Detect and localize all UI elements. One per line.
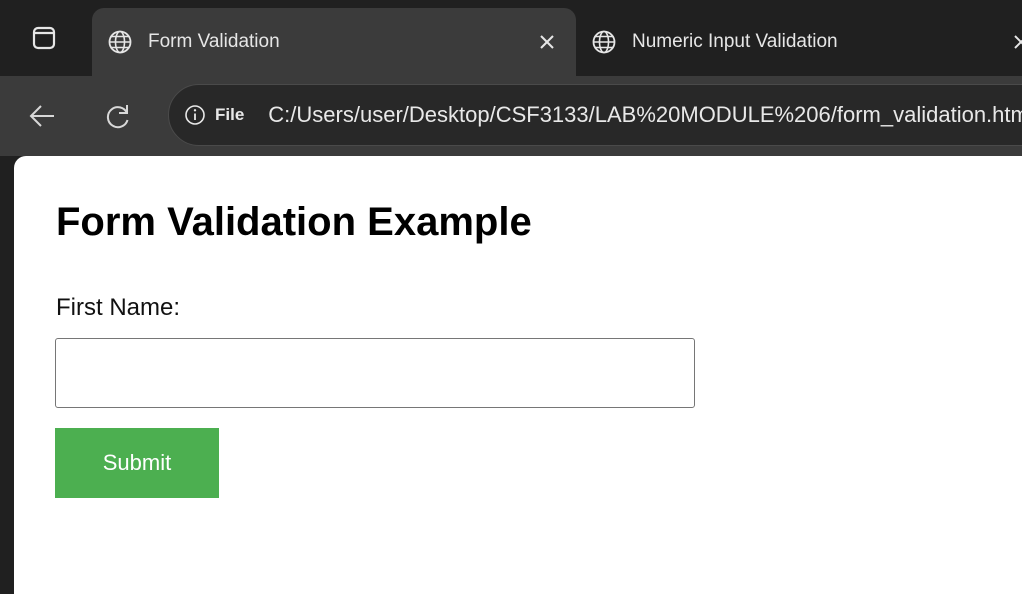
back-button[interactable]	[22, 96, 62, 136]
arrow-left-icon	[29, 105, 54, 127]
tab-actions-button[interactable]	[14, 18, 74, 58]
page-viewport: Form Validation Example First Name: Subm…	[14, 156, 1022, 594]
first-name-input[interactable]	[55, 338, 695, 408]
tab-title: Form Validation	[148, 31, 280, 52]
tab-strip: Form Validation Numeric Input Validation	[0, 0, 1022, 76]
reload-button[interactable]	[98, 96, 138, 136]
globe-icon	[590, 28, 618, 56]
close-icon[interactable]	[532, 27, 562, 57]
url-text[interactable]: C:/Users/user/Desktop/CSF3133/LAB%20MODU…	[268, 102, 1022, 128]
tab-form-validation[interactable]: Form Validation	[92, 8, 576, 76]
tab-numeric-input-validation[interactable]: Numeric Input Validation	[576, 8, 1022, 76]
tab-title: Numeric Input Validation	[632, 31, 838, 52]
close-icon[interactable]	[1006, 27, 1022, 57]
tab-actions-icon	[32, 26, 56, 50]
address-bar[interactable]: File C:/Users/user/Desktop/CSF3133/LAB%2…	[168, 84, 1022, 146]
browser-toolbar: File C:/Users/user/Desktop/CSF3133/LAB%2…	[0, 76, 1022, 156]
site-info-chip[interactable]: File	[183, 93, 244, 137]
browser-window: Form Validation Numeric Input Validation	[0, 0, 1022, 594]
page-title: Form Validation Example	[56, 200, 532, 244]
submit-button[interactable]: Submit	[55, 428, 219, 498]
site-label: File	[215, 105, 245, 124]
globe-icon	[106, 28, 134, 56]
first-name-label: First Name:	[56, 294, 181, 321]
info-icon	[183, 103, 207, 127]
reload-icon	[106, 105, 129, 129]
